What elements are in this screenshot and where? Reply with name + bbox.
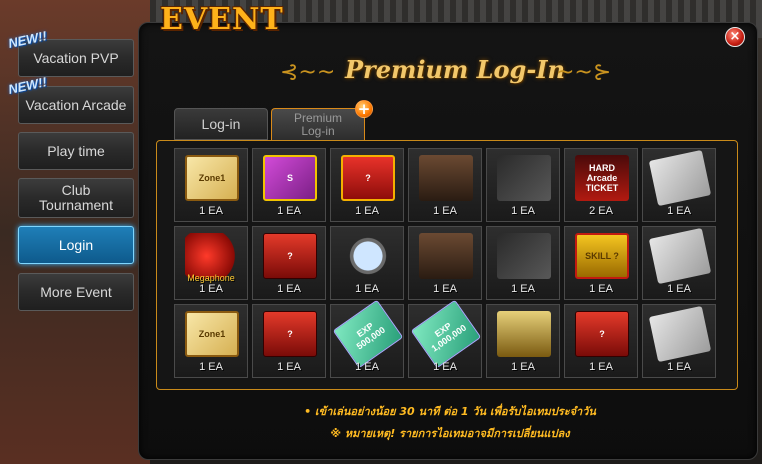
sidebar-item-more-event[interactable]: More Event [18,273,134,311]
item-quantity: 1 EA [589,361,613,373]
right-flourish-ornament: ~~⊱ [556,60,612,85]
potion-bottle-icon [497,311,551,357]
item-quantity: 1 EA [667,205,691,217]
silver-card-icon [648,227,712,285]
reward-cell[interactable]: 1 EA [642,226,716,300]
close-button[interactable]: × [725,27,745,47]
reward-cell[interactable]: 1 EA [642,304,716,378]
sidebar-item-label: Club Tournament [39,182,113,213]
tab-label: Premium Log-in [293,110,342,138]
tab-login[interactable]: Log-in [174,108,268,140]
exp-card-icon: EXP 1,000,000 [410,299,482,369]
reward-cell[interactable]: ? 1 EA [330,148,404,222]
tab-label: Log-in [201,116,241,132]
reward-cell[interactable]: S 1 EA [252,148,326,222]
item-quantity: 1 EA [355,361,379,373]
left-flourish-ornament: ⊰~~ [280,60,336,85]
purple-box-icon: S [263,155,317,201]
item-quantity: 1 EA [667,283,691,295]
skill-box-icon: SKILL ? [575,233,629,279]
item-change-notice: ※ หมายเหตุ! รายการไอเทมอาจมีการเปลี่ยนแป… [330,427,570,440]
item-art-text: ? [287,251,293,261]
item-quantity: 1 EA [355,283,379,295]
hard-arcade-ticket-icon: HARD Arcade TICKET [575,155,629,201]
item-quantity: 1 EA [511,205,535,217]
sidebar-item-label: Vacation Arcade [25,96,127,113]
silver-card-icon [648,305,712,363]
random-box-icon: ? [575,311,629,357]
reward-cell[interactable]: HARD Arcade TICKET 2 EA [564,148,638,222]
item-quantity: 1 EA [667,361,691,373]
reward-cell[interactable]: 1 EA [408,226,482,300]
reward-cell[interactable]: 1 EA [486,226,560,300]
panel-title: Premium Log-In [345,55,565,84]
game-screen: EVENT × ⊰~~ Premium Log-In ~~⊱ Vacation … [0,0,762,464]
item-quantity: 1 EA [277,283,301,295]
mystery-gift-box-icon: ? [341,155,395,201]
item-art-text: S [286,173,293,183]
weapon-icon [497,233,551,279]
reward-cell[interactable]: ? 1 EA [564,304,638,378]
reward-cell[interactable]: 1 EA [642,148,716,222]
item-art-text: EXP 500,000 [354,320,388,352]
reward-cell[interactable]: 1 EA [408,148,482,222]
sidebar-item-club-tournament[interactable]: Club Tournament [18,178,134,218]
reward-cell[interactable]: SKILL ? 1 EA [564,226,638,300]
reward-cell[interactable]: Megaphone 1 EA [174,226,248,300]
item-quantity: 1 EA [433,361,457,373]
item-art-text: SKILL ? [585,251,619,261]
item-quantity: 1 EA [589,283,613,295]
item-art-text: EXP 1,000,000 [429,320,469,354]
item-art-text: Zone1 [198,329,226,339]
reward-cell[interactable]: Zone1 1 EA [174,148,248,222]
reward-cell[interactable]: EXP 500,000 1 EA [330,299,404,378]
sidebar-item-login[interactable]: Login [18,226,134,264]
random-box-icon: ? [263,311,317,357]
zone-ticket-icon: Zone1 [185,311,239,357]
item-quantity: 1 EA [511,361,535,373]
sidebar-item-label: Vacation PVP [33,49,119,66]
silver-card-icon [648,149,712,207]
daily-requirement-note: • เข้าเล่นอย่างน้อย 30 นาที ต่อ 1 วัน เพ… [304,405,596,418]
reward-cell[interactable]: 1 EA [486,148,560,222]
character-costume-icon [419,233,473,279]
item-quantity: 1 EA [433,283,457,295]
item-quantity: 1 EA [277,361,301,373]
weapon-icon [497,155,551,201]
tab-premium-login[interactable]: Premium Log-in [271,108,365,140]
character-costume-icon [419,155,473,201]
item-quantity: 1 EA [511,283,535,295]
zone-ticket-icon: Zone1 [185,155,239,201]
reward-cell[interactable]: 1 EA [486,304,560,378]
plus-icon: + [355,100,373,118]
item-art-text: ? [287,329,293,339]
item-art-text: ? [365,173,371,183]
reward-cell[interactable]: ? 1 EA [252,226,326,300]
item-art-text: Zone1 [198,173,226,183]
sidebar-item-play-time[interactable]: Play time [18,132,134,170]
item-quantity: 1 EA [433,205,457,217]
sidebar-item-label: Play time [47,142,105,159]
item-quantity: 1 EA [277,205,301,217]
sidebar-item-label: More Event [40,283,112,300]
item-art-text: ? [599,329,605,339]
exp-card-icon: EXP 500,000 [332,299,404,369]
item-label: Megaphone [187,273,235,283]
random-box-icon: ? [263,233,317,279]
item-quantity: 1 EA [199,205,223,217]
item-art-text: HARD Arcade TICKET [585,163,619,193]
reward-cell[interactable]: ? 1 EA [252,304,326,378]
reward-cell[interactable]: Zone1 1 EA [174,304,248,378]
item-quantity: 1 EA [355,205,379,217]
event-title: EVENT [160,2,284,37]
item-quantity: 1 EA [199,283,223,295]
sidebar-item-label: Login [58,236,94,253]
item-quantity: 1 EA [199,361,223,373]
reward-cell[interactable]: 1 EA [330,226,404,300]
item-quantity: 2 EA [589,205,613,217]
magnifier-icon [341,233,395,279]
sidebar-item-vacation-arcade[interactable]: Vacation Arcade [18,86,134,124]
reward-cell[interactable]: EXP 1,000,000 1 EA [408,299,482,378]
